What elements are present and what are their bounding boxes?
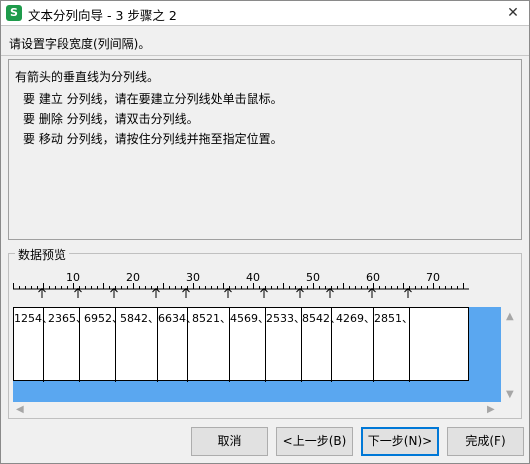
data-preview-grid[interactable]: 1254、 2365、 6952、 5842、 6634、 8521、 4569… bbox=[13, 307, 469, 382]
description-line-delete: 要 删除 分列线，请双击分列线。 bbox=[23, 112, 199, 126]
description-panel: 有箭头的垂直线为分列线。 要 建立 分列线，请在要建立分列线处单击鼠标。 要 删… bbox=[8, 59, 522, 240]
next-button[interactable]: 下一步(N)> bbox=[361, 427, 439, 456]
scroll-up-icon[interactable]: ▲ bbox=[506, 311, 514, 322]
break-arrow-icon[interactable] bbox=[152, 288, 161, 298]
preview-cell: 2533、 bbox=[266, 312, 305, 325]
ruler-label-60: 60 bbox=[366, 271, 380, 284]
finish-button[interactable]: 完成(F) bbox=[447, 427, 524, 456]
preview-cell: 4569、 bbox=[230, 312, 269, 325]
title-divider bbox=[1, 25, 529, 26]
ruler-label-40: 40 bbox=[246, 271, 260, 284]
preview-cell: 2851、 bbox=[374, 312, 413, 325]
window-title: 文本分列向导 - 3 步骤之 2 bbox=[28, 8, 177, 23]
scroll-left-icon[interactable]: ◀ bbox=[16, 404, 24, 415]
description-heading: 有箭头的垂直线为分列线。 bbox=[15, 70, 160, 84]
break-arrow-icon[interactable] bbox=[260, 288, 269, 298]
preview-cell: 4269、 bbox=[336, 312, 375, 325]
break-arrow-icon[interactable] bbox=[368, 288, 377, 298]
wizard-dialog: S 文本分列向导 - 3 步骤之 2 ✕ 请设置字段宽度(列间隔)。 有箭头的垂… bbox=[0, 0, 530, 464]
preview-label: 数据预览 bbox=[15, 246, 70, 263]
back-button[interactable]: <上一步(B) bbox=[276, 427, 353, 456]
ruler-label-70: 70 bbox=[426, 271, 440, 284]
title-bar: S 文本分列向导 - 3 步骤之 2 ✕ bbox=[1, 1, 529, 25]
app-logo-icon: S bbox=[6, 5, 22, 21]
break-arrow-icon[interactable] bbox=[110, 288, 119, 298]
scroll-down-icon[interactable]: ▼ bbox=[506, 389, 514, 400]
horizontal-scrollbar[interactable]: ◀ ▶ bbox=[13, 402, 501, 419]
header-divider bbox=[1, 55, 529, 56]
step-instruction: 请设置字段宽度(列间隔)。 bbox=[9, 37, 151, 51]
preview-cell: 2365、 bbox=[48, 312, 87, 325]
ruler-label-30: 30 bbox=[186, 271, 200, 284]
close-button[interactable]: ✕ bbox=[503, 4, 523, 22]
preview-cell: 5842、 bbox=[120, 312, 159, 325]
break-arrow-icon[interactable] bbox=[326, 288, 335, 298]
break-arrow-icon[interactable] bbox=[224, 288, 233, 298]
ruler-label-20: 20 bbox=[126, 271, 140, 284]
vertical-scrollbar[interactable]: ▲ ▼ bbox=[501, 307, 521, 419]
description-line-create: 要 建立 分列线，请在要建立分列线处单击鼠标。 bbox=[23, 92, 283, 106]
break-arrow-icon[interactable] bbox=[404, 288, 413, 298]
break-arrow-icon[interactable] bbox=[182, 288, 191, 298]
scroll-right-icon[interactable]: ▶ bbox=[487, 404, 495, 415]
break-arrow-icon[interactable] bbox=[38, 288, 47, 298]
break-arrow-icon[interactable] bbox=[296, 288, 305, 298]
break-arrow-icon[interactable] bbox=[74, 288, 83, 298]
cancel-button[interactable]: 取消 bbox=[191, 427, 268, 456]
preview-cell: 6952、 bbox=[84, 312, 123, 325]
ruler-label-10: 10 bbox=[66, 271, 80, 284]
column-ruler[interactable]: 10 20 30 40 50 60 70 bbox=[13, 269, 469, 298]
data-preview-area[interactable]: 1254、 2365、 6952、 5842、 6634、 8521、 4569… bbox=[13, 307, 501, 402]
ruler-label-50: 50 bbox=[306, 271, 320, 284]
description-line-move: 要 移动 分列线，请按住分列线并拖至指定位置。 bbox=[23, 132, 283, 146]
preview-cell: 8521、 bbox=[192, 312, 231, 325]
